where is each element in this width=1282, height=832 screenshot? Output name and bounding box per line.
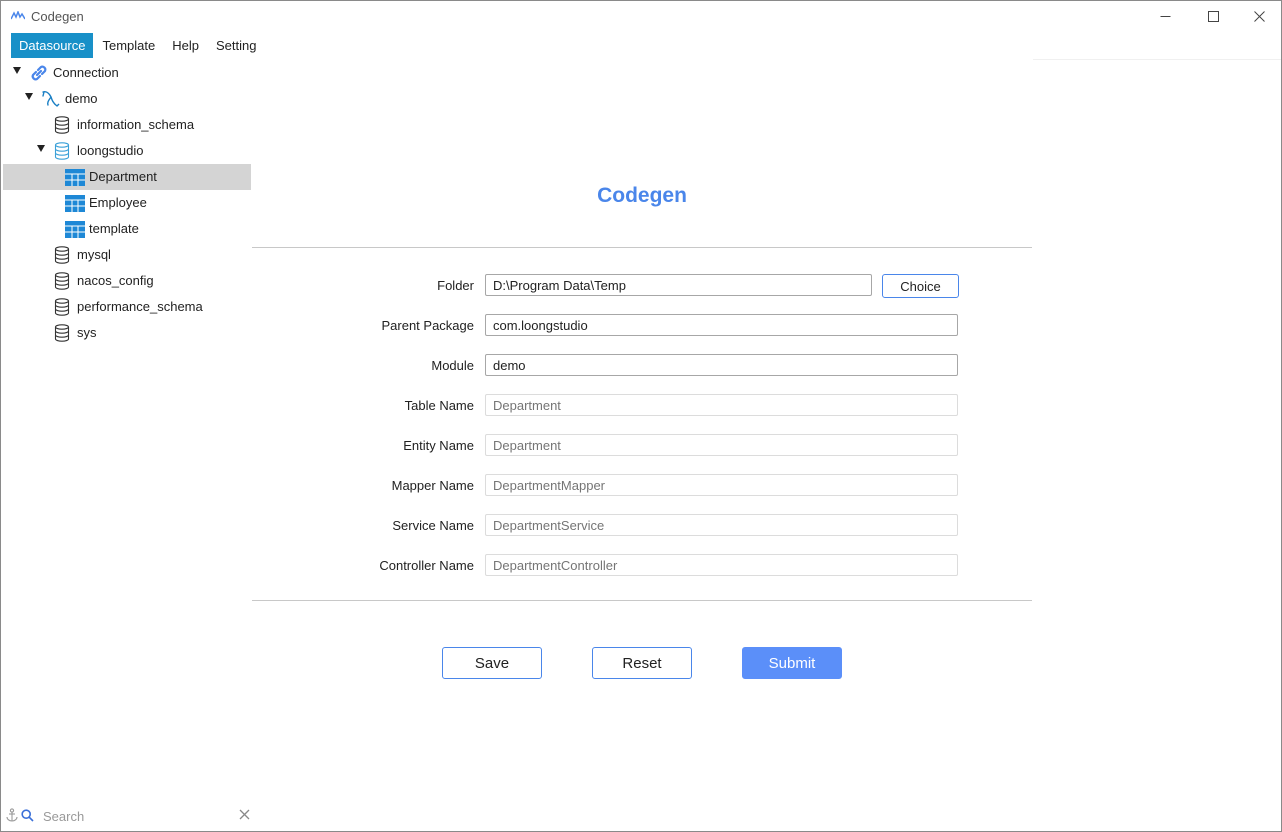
database-icon [54, 246, 70, 264]
expand-arrow-icon[interactable] [25, 93, 33, 100]
pane-separator [1033, 59, 1281, 60]
clear-icon[interactable] [239, 809, 250, 820]
tree-label-database: performance_schema [77, 299, 203, 314]
menu-datasource[interactable]: Datasource [11, 33, 94, 58]
controller-name-input [485, 554, 958, 576]
divider [252, 247, 1032, 248]
maximize-button[interactable] [1190, 1, 1236, 31]
app-logo-icon [11, 11, 25, 20]
folder-input[interactable] [485, 274, 872, 296]
database-icon [54, 324, 70, 342]
anchor-icon [6, 808, 18, 822]
tree-node-connection[interactable]: Connection [3, 60, 251, 86]
minimize-icon [1160, 15, 1170, 17]
choice-button[interactable]: Choice [882, 274, 959, 298]
tree-label-database: mysql [77, 247, 111, 262]
close-icon [1253, 10, 1265, 22]
menu-setting[interactable]: Setting [208, 33, 264, 58]
minimize-button[interactable] [1142, 1, 1188, 31]
maximize-icon [1207, 10, 1219, 22]
tree-node-table[interactable]: Employee [3, 190, 251, 216]
database-icon [54, 142, 70, 160]
reset-button[interactable]: Reset [592, 647, 692, 679]
database-icon [54, 116, 70, 134]
tree-node-table-selected[interactable]: Department [3, 164, 251, 190]
search-icon [21, 809, 34, 822]
tree-node-database[interactable]: performance_schema [3, 294, 251, 320]
title-bar: Codegen [1, 1, 1281, 31]
tree-node-table[interactable]: template [3, 216, 251, 242]
database-icon [54, 298, 70, 316]
tree-node-database[interactable]: nacos_config [3, 268, 251, 294]
parent-package-label: Parent Package [381, 318, 474, 333]
menu-help[interactable]: Help [164, 33, 207, 58]
close-button[interactable] [1236, 1, 1282, 31]
tree-label-database: loongstudio [77, 143, 144, 158]
tree-node-database[interactable]: information_schema [3, 112, 251, 138]
tree-label-table: Employee [89, 195, 147, 210]
tree-label-database: nacos_config [77, 273, 154, 288]
menu-bar: Datasource Template Help Setting [11, 33, 265, 58]
link-icon [31, 65, 47, 81]
menu-template[interactable]: Template [94, 33, 163, 58]
mapper-name-input [485, 474, 958, 496]
window-title: Codegen [31, 9, 84, 24]
entity-name-label: Entity Name [403, 438, 474, 453]
submit-button[interactable]: Submit [742, 647, 842, 679]
table-name-input [485, 394, 958, 416]
page-title: Codegen [597, 184, 687, 207]
folder-label: Folder [437, 278, 474, 293]
tree-node-demo[interactable]: demo [3, 86, 251, 112]
controller-name-label: Controller Name [379, 558, 474, 573]
mysql-dolphin-icon [42, 91, 60, 107]
entity-name-input [485, 434, 958, 456]
table-icon [65, 221, 85, 238]
expand-arrow-icon[interactable] [13, 67, 21, 74]
tree-label-table: template [89, 221, 139, 236]
expand-arrow-icon[interactable] [37, 145, 45, 152]
module-label: Module [431, 358, 474, 373]
table-icon [65, 195, 85, 212]
tree-label-database: information_schema [77, 117, 195, 132]
tree-node-database[interactable]: mysql [3, 242, 251, 268]
service-name-label: Service Name [392, 518, 474, 533]
app-window: Codegen Datasource Template Help Setting [0, 0, 1282, 832]
tree-node-database-loongstudio[interactable]: loongstudio [3, 138, 251, 164]
tree-label-table: Department [89, 169, 157, 184]
module-input[interactable] [485, 354, 958, 376]
parent-package-input[interactable] [485, 314, 958, 336]
service-name-input [485, 514, 958, 536]
table-name-label: Table Name [404, 398, 474, 413]
table-icon [65, 169, 85, 186]
tree-node-database[interactable]: sys [3, 320, 251, 346]
database-icon [54, 272, 70, 290]
tree-label-database: sys [77, 325, 97, 340]
save-button[interactable]: Save [442, 647, 542, 679]
tree-label-connection: Connection [53, 65, 119, 80]
mapper-name-label: Mapper Name [391, 478, 474, 493]
tree-label-demo: demo [65, 91, 98, 106]
search-input[interactable] [41, 806, 235, 826]
divider [252, 600, 1032, 601]
tree-search-bar [3, 804, 251, 828]
